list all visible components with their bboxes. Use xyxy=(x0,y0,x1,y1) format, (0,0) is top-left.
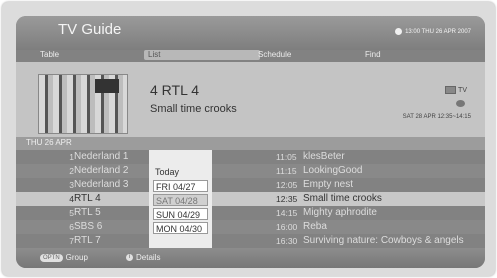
channel-name: SBS 6 xyxy=(74,221,103,232)
channel-name: RTL 5 xyxy=(74,207,101,218)
program-time: 11:15 xyxy=(276,166,297,176)
tab-schedule[interactable]: Schedule xyxy=(254,50,295,60)
channel-number: 6 xyxy=(69,222,74,232)
channel-name: RTL 7 xyxy=(74,235,101,246)
source-text: TV xyxy=(458,86,467,94)
program-thumbnail xyxy=(38,74,128,134)
tv-icon xyxy=(445,86,457,94)
day-selector: Today FRI 04/27 SAT 04/28 SUN 04/29 MON … xyxy=(149,150,212,248)
clock-icon xyxy=(395,28,403,35)
channel-list: 1 Nederland 1 11:05 klesBeter 2 Nederlan… xyxy=(16,150,485,248)
broadcast-time: SAT 28 APR 12:35~14:15 xyxy=(402,114,471,120)
channel-number: 1 xyxy=(69,152,74,162)
channel-row[interactable]: 7 RTL 7 16:30 Surviving nature: Cowboys … xyxy=(16,234,485,248)
group-legend[interactable]: OPTN Group xyxy=(40,253,88,262)
channel-name: Nederland 3 xyxy=(74,179,129,190)
channel-number: 5 xyxy=(69,208,74,218)
program-title: Surviving nature: Cowboys & angels xyxy=(303,235,464,246)
source-label: TV xyxy=(445,86,467,94)
channel-name: Nederland 2 xyxy=(74,165,129,176)
view-tabs: Table List Schedule Find xyxy=(16,50,485,62)
day-option-mon[interactable]: MON 04/30 xyxy=(153,222,208,234)
program-title: Empty nest xyxy=(303,179,354,190)
tab-table[interactable]: Table xyxy=(36,50,63,60)
program-time: 12:05 xyxy=(276,180,298,190)
group-label: Group xyxy=(65,253,88,262)
info-program-title: Small time crooks xyxy=(150,103,237,115)
channel-number: 4 xyxy=(69,194,74,204)
tab-find[interactable]: Find xyxy=(361,50,385,60)
day-option-today[interactable]: Today xyxy=(153,166,208,178)
info-channel: 4 RTL 4 xyxy=(150,82,200,98)
option-key-icon: OPTN xyxy=(40,253,63,262)
program-title: Small time crooks xyxy=(303,193,382,204)
date-header-text: THU 26 APR xyxy=(26,138,72,147)
program-title: klesBeter xyxy=(303,151,345,162)
channel-number: 2 xyxy=(69,166,74,176)
program-title: Reba xyxy=(303,221,327,232)
channel-row-selected[interactable]: 4 RTL 4 12:35 Small time crooks xyxy=(16,192,485,206)
program-title: LookingGood xyxy=(303,165,363,176)
tab-list[interactable]: List xyxy=(144,50,260,60)
channel-name: RTL 4 xyxy=(74,193,101,204)
program-time: 14:15 xyxy=(276,208,298,218)
tv-frame: TV Guide 13:00 THU 26 APR 2007 Table Lis… xyxy=(2,2,495,276)
program-title: Mighty aphrodite xyxy=(303,207,377,218)
channel-row[interactable]: 6 SBS 6 16:00 Reba xyxy=(16,220,485,234)
clock-text: 13:00 THU 26 APR 2007 xyxy=(405,28,471,35)
channel-number: 3 xyxy=(69,180,74,190)
channel-row[interactable]: 5 RTL 5 14:15 Mighty aphrodite xyxy=(16,206,485,220)
day-option-fri[interactable]: FRI 04/27 xyxy=(153,180,208,192)
channel-number: 7 xyxy=(69,236,74,246)
program-time: 16:00 xyxy=(276,222,298,232)
channel-row[interactable]: 1 Nederland 1 11:05 klesBeter xyxy=(16,150,485,164)
program-time: 16:30 xyxy=(276,236,298,246)
program-info-panel: 4 RTL 4 Small time crooks TV SAT 28 APR … xyxy=(16,62,485,137)
day-option-sat[interactable]: SAT 04/28 xyxy=(153,194,208,206)
program-time: 12:35 xyxy=(276,194,298,204)
page-title: TV Guide xyxy=(58,21,122,38)
channel-row[interactable]: 3 Nederland 3 12:05 Empty nest xyxy=(16,178,485,192)
date-header: THU 26 APR xyxy=(16,137,485,150)
record-icon xyxy=(456,100,465,107)
program-time: 11:05 xyxy=(276,152,297,162)
info-key-icon: i xyxy=(126,254,133,261)
details-label: Details xyxy=(136,253,161,262)
channel-name: Nederland 1 xyxy=(74,151,129,162)
tv-guide-screen: TV Guide 13:00 THU 26 APR 2007 Table Lis… xyxy=(16,16,485,268)
top-bar: TV Guide 13:00 THU 26 APR 2007 xyxy=(16,16,485,50)
bottom-bar: OPTN Group i Details xyxy=(16,248,485,268)
thumbnail-sign xyxy=(95,79,119,93)
day-option-sun[interactable]: SUN 04/29 xyxy=(153,208,208,220)
clock: 13:00 THU 26 APR 2007 xyxy=(395,28,471,35)
details-legend[interactable]: i Details xyxy=(126,253,160,262)
channel-row[interactable]: 2 Nederland 2 11:15 LookingGood xyxy=(16,164,485,178)
